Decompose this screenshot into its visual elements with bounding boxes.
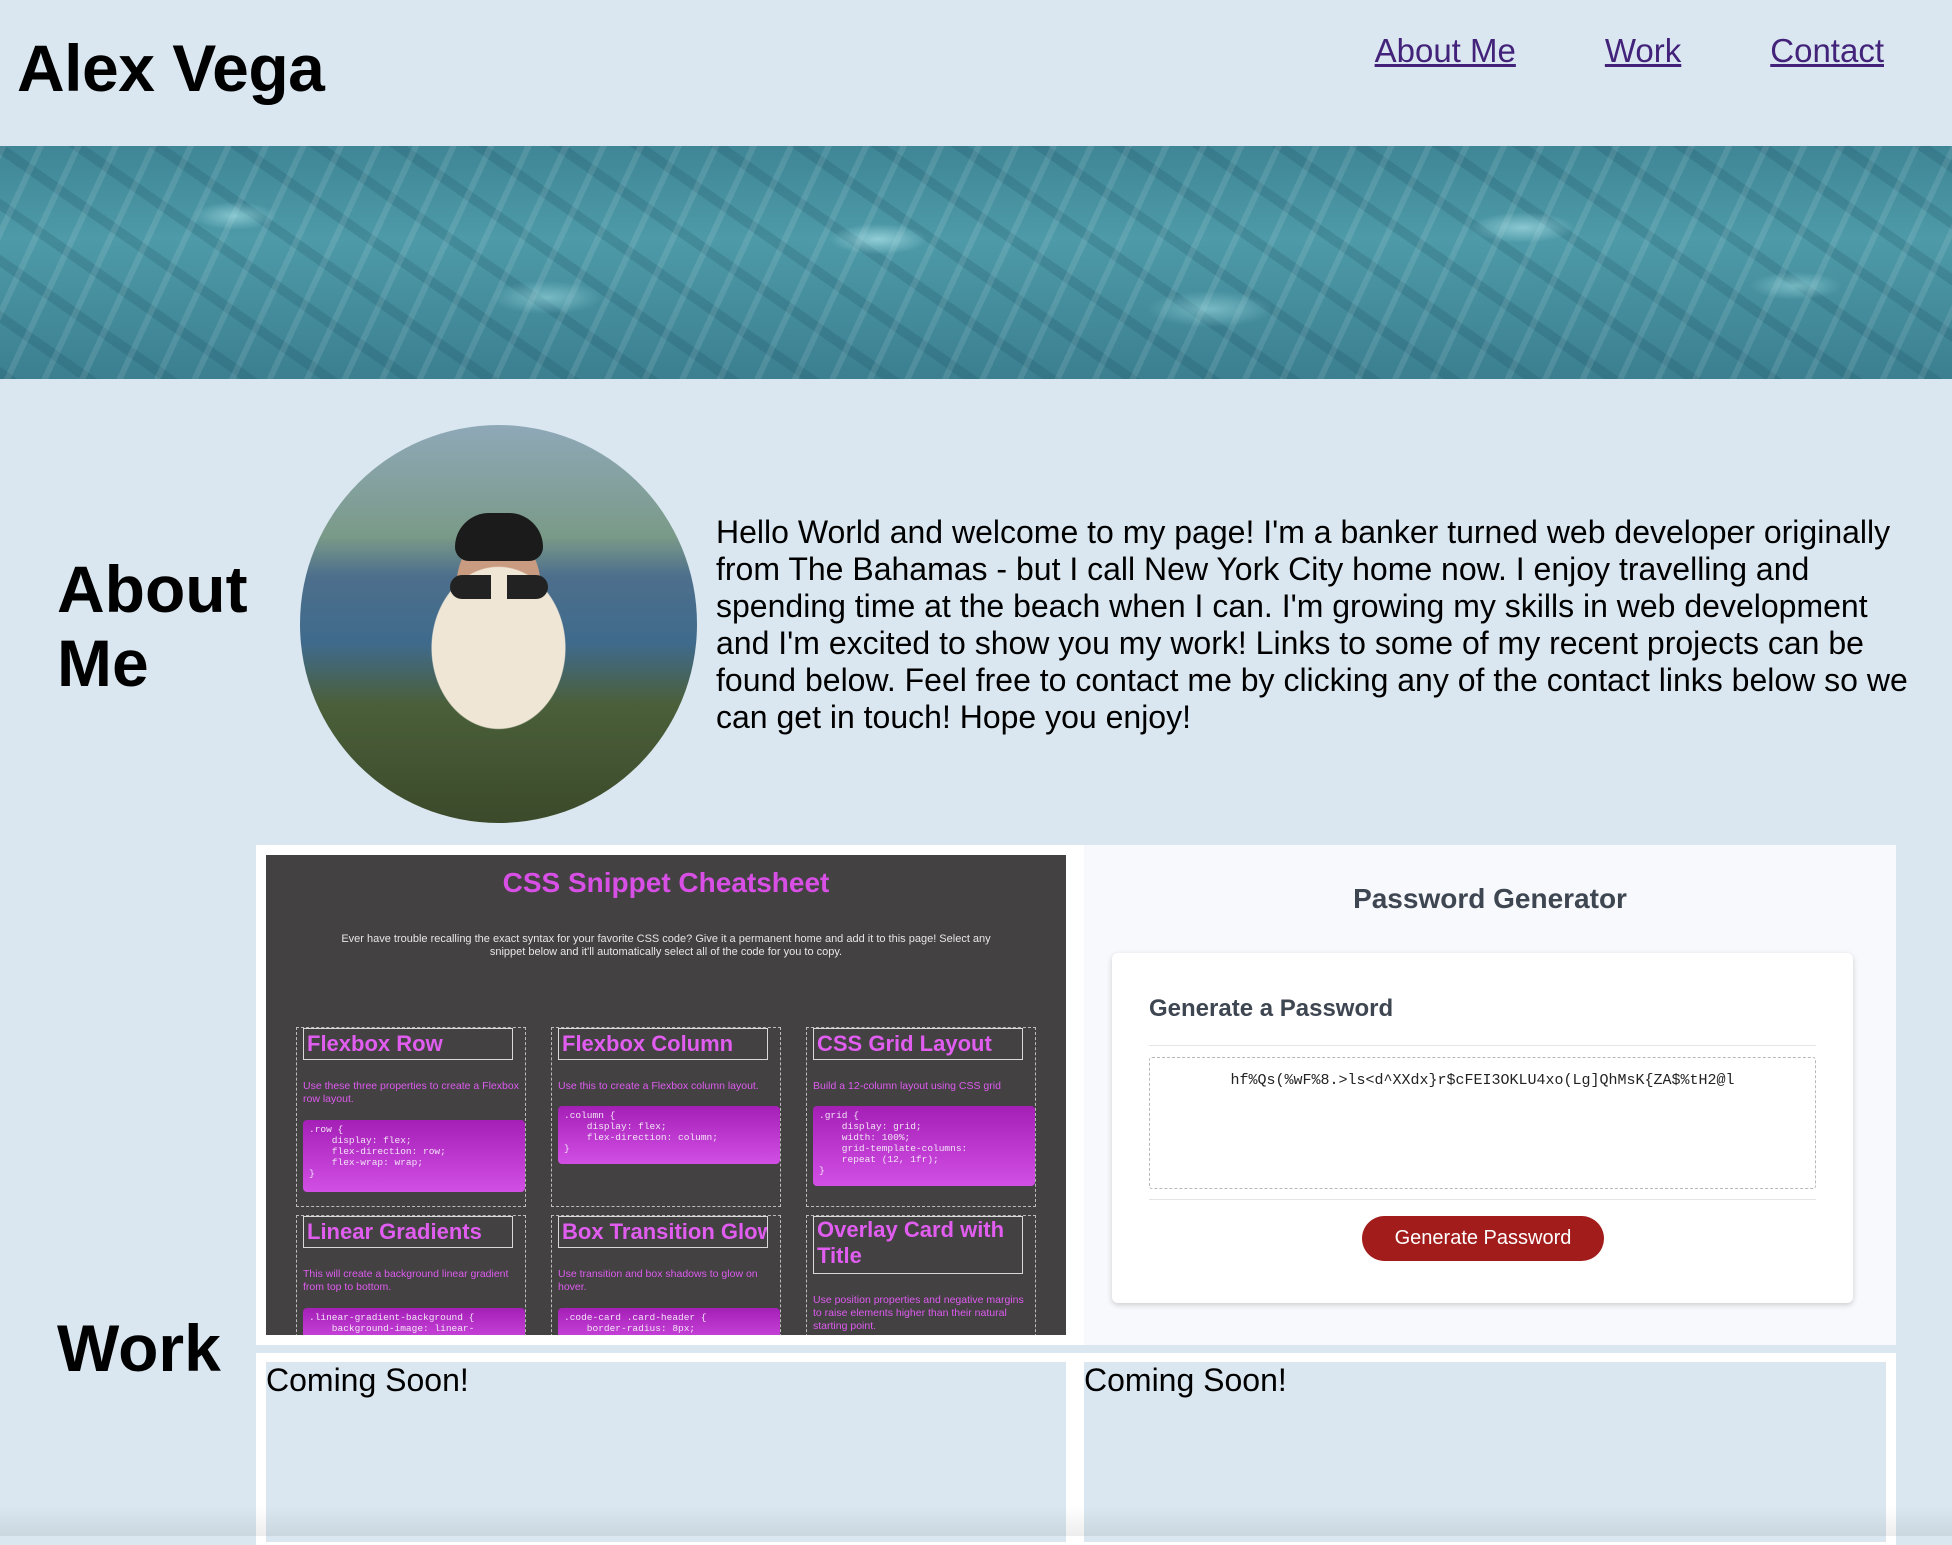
snippet-card[interactable]: CSS Grid Layout Build a 12-column layout… xyxy=(806,1027,1036,1207)
snippet-card[interactable]: Flexbox Row Use these three properties t… xyxy=(296,1027,526,1207)
snippet-title: Flexbox Column xyxy=(558,1028,768,1060)
project-card-css-cheatsheet[interactable]: CSS Snippet Cheatsheet Ever have trouble… xyxy=(266,855,1066,1335)
snippet-card[interactable]: Flexbox Column Use this to create a Flex… xyxy=(551,1027,781,1207)
about-me-text: Hello World and welcome to my page! I'm … xyxy=(716,514,1908,735)
nav-link-contact[interactable]: Contact xyxy=(1770,32,1884,70)
hero-water-banner xyxy=(0,146,1952,379)
project-card-coming-soon[interactable]: Coming Soon! xyxy=(1084,1362,1886,1542)
work-grid-divider xyxy=(256,1345,1896,1353)
snippet-description: Use transition and box shadows to glow o… xyxy=(558,1268,758,1293)
snippet-card[interactable]: Overlay Card with Title Use position pro… xyxy=(806,1215,1036,1335)
divider xyxy=(1149,1199,1816,1200)
coming-soon-label: Coming Soon! xyxy=(1084,1362,1287,1398)
password-card: Generate a Password hf%Qs(%wF%8.>ls<d^XX… xyxy=(1112,953,1853,1303)
snippet-description: Use position properties and negative mar… xyxy=(813,1294,1024,1332)
snippet-description: This will create a background linear gra… xyxy=(303,1268,509,1293)
snippet-title: Flexbox Row xyxy=(303,1028,513,1060)
site-title: Alex Vega xyxy=(17,31,325,105)
cheatsheet-description: Ever have trouble recalling the exact sy… xyxy=(341,933,991,958)
snippet-code[interactable]: .linear-gradient-background { background… xyxy=(303,1308,525,1335)
password-output[interactable]: hf%Qs(%wF%8.>ls<d^XXdx}r$cFEI3OKLU4xo(Lg… xyxy=(1149,1057,1816,1189)
password-generator-heading: Password Generator xyxy=(1353,883,1627,914)
snippet-description: Build a 12-column layout using CSS grid xyxy=(813,1080,1001,1092)
snippet-card[interactable]: Linear Gradients This will create a back… xyxy=(296,1215,526,1335)
snippet-description: Use this to create a Flexbox column layo… xyxy=(558,1080,759,1092)
cheatsheet-title: CSS Snippet Cheatsheet xyxy=(502,867,830,898)
snippet-code[interactable]: .grid { display: grid; width: 100%; grid… xyxy=(813,1106,1035,1186)
main-nav: About Me Work Contact xyxy=(1375,32,1884,70)
snippet-title: Overlay Card with Title xyxy=(813,1216,1023,1274)
project-card-coming-soon[interactable]: Coming Soon! xyxy=(266,1362,1066,1542)
generate-password-button[interactable]: Generate Password xyxy=(1362,1216,1604,1261)
generate-password-subheading: Generate a Password xyxy=(1149,995,1394,1022)
about-me-heading: About Me xyxy=(57,552,248,700)
divider xyxy=(1149,1045,1816,1046)
nav-link-work[interactable]: Work xyxy=(1605,32,1681,70)
nav-link-about-me[interactable]: About Me xyxy=(1375,32,1516,70)
snippet-title: CSS Grid Layout xyxy=(813,1028,1023,1060)
snippet-title: Linear Gradients xyxy=(303,1216,513,1248)
coming-soon-label: Coming Soon! xyxy=(266,1362,469,1398)
snippet-code[interactable]: .code-card .card-header { border-radius:… xyxy=(558,1308,780,1335)
snippet-code[interactable]: .column { display: flex; flex-direction:… xyxy=(558,1106,780,1164)
project-card-password-generator[interactable]: Password Generator Generate a Password h… xyxy=(1084,845,1896,1345)
profile-photo xyxy=(300,425,697,823)
site-header: Alex Vega About Me Work Contact xyxy=(0,0,1952,146)
snippet-card[interactable]: Box Transition Glow Use transition and b… xyxy=(551,1215,781,1335)
snippet-code[interactable]: .row { display: flex; flex-direction: ro… xyxy=(303,1120,525,1192)
work-heading: Work xyxy=(57,1311,221,1385)
snippet-title: Box Transition Glow xyxy=(558,1216,768,1248)
snippet-description: Use these three properties to create a F… xyxy=(303,1080,519,1105)
